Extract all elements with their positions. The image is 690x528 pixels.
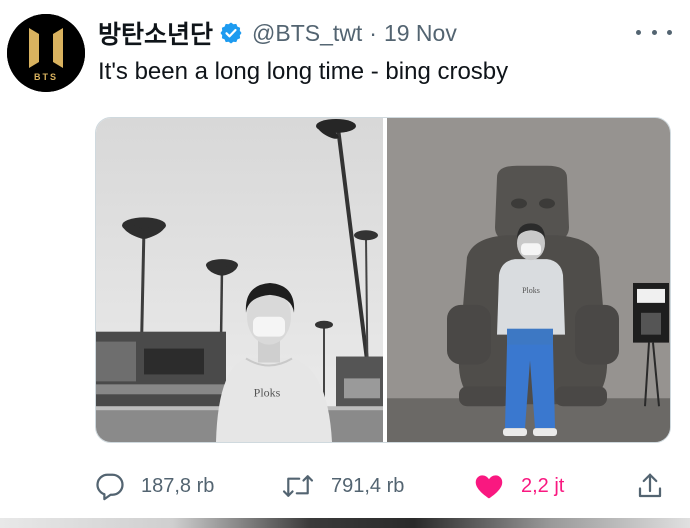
avatar[interactable]: BTS (7, 14, 85, 92)
tweet-text: It's been a long long time - bing crosby (98, 58, 509, 85)
tweet-date[interactable]: 19 Nov (384, 20, 457, 47)
photo-left[interactable]: Ploks (96, 118, 383, 442)
right-shirt-text: Ploks (522, 286, 540, 295)
bottom-edge-strip (0, 518, 690, 528)
reply-button[interactable]: 187,8 rb (95, 468, 214, 504)
author-handle[interactable]: @BTS_twt (252, 20, 362, 47)
like-count: 2,2 jt (521, 474, 565, 497)
retweet-icon (281, 471, 315, 501)
retweet-count: 791,4 rb (331, 474, 405, 497)
separator-dot: · (369, 19, 377, 46)
bts-logo-icon: BTS (7, 14, 85, 92)
tweet-media[interactable]: Ploks Ploks (95, 117, 671, 443)
share-icon (635, 471, 665, 501)
tweet-header: 방탄소년단 @BTS_twt · 19 Nov (98, 16, 457, 50)
retweet-button[interactable]: 791,4 rb (281, 468, 404, 504)
author-name[interactable]: 방탄소년단 (98, 15, 213, 51)
share-button[interactable] (635, 468, 665, 504)
more-icon[interactable] (636, 24, 672, 40)
heart-icon (473, 470, 505, 502)
reply-count: 187,8 rb (141, 474, 215, 497)
left-shirt-text: Ploks (254, 385, 281, 399)
avatar-logo-text: BTS (34, 72, 58, 82)
photo-right[interactable]: Ploks (387, 118, 670, 442)
reply-icon (95, 471, 125, 501)
tweet-actions: 187,8 rb 791,4 rb 2,2 jt (95, 468, 675, 504)
like-button[interactable]: 2,2 jt (473, 468, 564, 504)
verified-badge-icon (219, 21, 243, 45)
